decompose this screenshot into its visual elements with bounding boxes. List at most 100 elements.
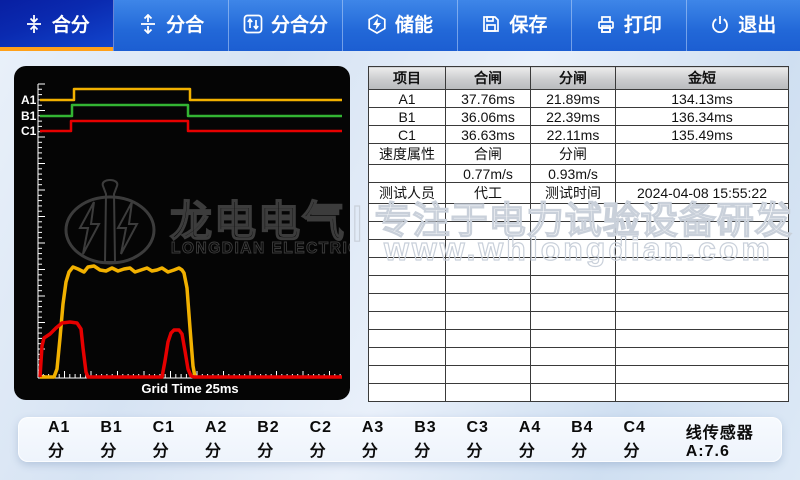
table-cell — [369, 258, 446, 276]
table-header-cell: 合闸 — [446, 67, 531, 90]
table-cell — [446, 240, 531, 258]
exit-power-icon — [710, 14, 730, 34]
table-cell: 135.49ms — [616, 126, 789, 144]
table-cell — [446, 276, 531, 294]
table-cell: 0.93m/s — [531, 165, 616, 183]
table-cell — [446, 366, 531, 384]
table-cell — [369, 348, 446, 366]
table-row — [369, 204, 789, 222]
C1-waveform — [40, 121, 342, 131]
table-cell — [616, 144, 789, 165]
table-cell — [616, 384, 789, 402]
table-row — [369, 240, 789, 258]
tab-energy-storage[interactable]: 储能 — [343, 0, 457, 51]
table-cell — [616, 204, 789, 222]
table-row — [369, 384, 789, 402]
table-cell — [531, 330, 616, 348]
table-cell — [616, 348, 789, 366]
phase-status: C1 分 — [153, 419, 186, 461]
status-bar: A1 分B1 分C1 分A2 分B2 分C2 分A3 分B3 分C3 分A4 分… — [18, 417, 782, 462]
table-cell — [531, 348, 616, 366]
table-row: 测试人员代工测试时间2024-04-08 15:55:22 — [369, 183, 789, 204]
table-cell — [369, 384, 446, 402]
table-cell — [531, 222, 616, 240]
table-cell — [446, 330, 531, 348]
grid-time-label: Grid Time 25ms — [141, 381, 238, 396]
table-cell — [616, 165, 789, 183]
table-cell — [531, 294, 616, 312]
tab-print[interactable]: 打印 — [572, 0, 686, 51]
table-cell — [616, 312, 789, 330]
brand-sub-watermark: LONGDIAN ELECTRIC — [171, 240, 350, 257]
tab-exit[interactable]: 退出 — [687, 0, 800, 51]
table-cell — [369, 276, 446, 294]
tab-label: 合分 — [52, 10, 90, 37]
table-cell — [531, 384, 616, 402]
table-cell — [369, 165, 446, 183]
tab-close-operation[interactable]: 合分 — [0, 0, 114, 51]
table-cell — [616, 222, 789, 240]
table-cell — [616, 276, 789, 294]
phase-status: A3 分 — [362, 419, 395, 461]
table-cell — [369, 366, 446, 384]
tab-open-operation[interactable]: 分合 — [114, 0, 228, 51]
table-header-cell: 金短 — [616, 67, 789, 90]
table-cell — [616, 240, 789, 258]
table-cell — [446, 204, 531, 222]
tab-label: 分合 — [166, 10, 204, 37]
results-table: 项目合闸分闸金短A137.76ms21.89ms134.13msB136.06m… — [368, 66, 789, 402]
table-row — [369, 366, 789, 384]
table-row: 0.77m/s0.93m/s — [369, 165, 789, 183]
A1-channel-label: A1 — [21, 93, 37, 107]
phase-status: A1 分 — [48, 419, 81, 461]
table-cell — [369, 294, 446, 312]
table-cell: 分闸 — [531, 144, 616, 165]
table-row — [369, 330, 789, 348]
top-nav: 合分 分合 分合分 — [0, 0, 800, 51]
table-cell — [369, 204, 446, 222]
table-cell: 测试人员 — [369, 183, 446, 204]
tab-label: 储能 — [395, 10, 433, 37]
table-cell: 速度属性 — [369, 144, 446, 165]
B1-waveform — [40, 105, 342, 116]
phase-status-list: A1 分B1 分C1 分A2 分B2 分C2 分A3 分B3 分C3 分A4 分… — [48, 419, 676, 461]
table-row — [369, 222, 789, 240]
tab-save[interactable]: 保存 — [458, 0, 572, 51]
table-cell: 0.77m/s — [446, 165, 531, 183]
table-cell: C1 — [369, 126, 446, 144]
table-cell: 21.89ms — [531, 90, 616, 108]
table-cell — [446, 384, 531, 402]
table-cell — [531, 276, 616, 294]
phase-status: C4 分 — [623, 419, 656, 461]
table-cell — [446, 294, 531, 312]
table-cell — [446, 348, 531, 366]
table-cell — [369, 222, 446, 240]
table-cell — [369, 240, 446, 258]
table-row: A137.76ms21.89ms134.13ms — [369, 90, 789, 108]
phase-status: A2 分 — [205, 419, 238, 461]
brand-name-watermark: 龙电电气 — [170, 198, 346, 245]
tab-open-close-open[interactable]: 分合分 — [229, 0, 343, 51]
table-cell: B1 — [369, 108, 446, 126]
line-sensor-status: 线传感器 A:7.6 — [686, 419, 782, 461]
table-cell: 合闸 — [446, 144, 531, 165]
table-header-cell: 分闸 — [531, 67, 616, 90]
table-cell: 36.63ms — [446, 126, 531, 144]
table-cell — [531, 258, 616, 276]
table-cell — [616, 294, 789, 312]
table-cell — [531, 366, 616, 384]
brand-watermark: 龙电电气LONGDIAN ELECTRIC — [66, 180, 350, 263]
table-cell — [531, 240, 616, 258]
table-row: 速度属性合闸分闸 — [369, 144, 789, 165]
table-cell — [446, 222, 531, 240]
open-operation-icon — [138, 14, 158, 34]
table-cell: 134.13ms — [616, 90, 789, 108]
table-cell: 22.11ms — [531, 126, 616, 144]
tab-label: 打印 — [624, 10, 662, 37]
phase-status: B3 分 — [414, 419, 447, 461]
phase-status: B1 分 — [100, 419, 133, 461]
C1-channel-label: C1 — [21, 124, 37, 138]
table-cell: 测试时间 — [531, 183, 616, 204]
tab-label: 保存 — [509, 10, 547, 37]
A1-waveform — [40, 89, 342, 100]
